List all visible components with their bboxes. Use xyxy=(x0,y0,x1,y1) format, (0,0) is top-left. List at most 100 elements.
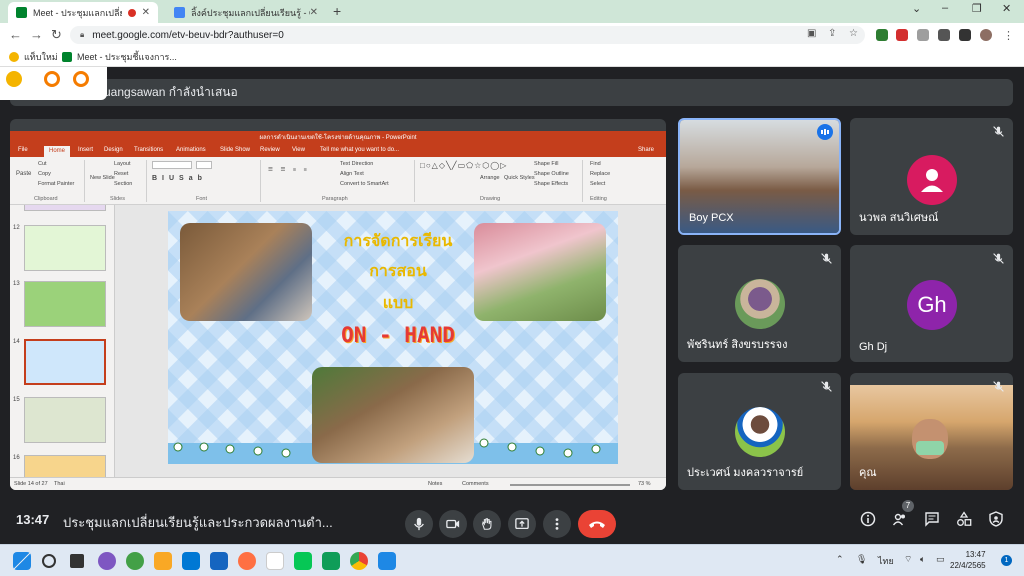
slide-thumbnail[interactable] xyxy=(24,225,106,271)
slide-canvas[interactable]: การจัดการเรียน การสอน แบบ ON - HAND xyxy=(168,211,618,464)
windows-start-icon[interactable] xyxy=(13,552,31,570)
new-tab-button[interactable]: + xyxy=(333,3,341,19)
tab-google-doc[interactable]: ลิ้งค์ประชุมแลกเปลี่ยนเรียนรู้ - Google.… xyxy=(166,2,326,23)
presentation-tile[interactable]: ผลการดำเนินงานเขตใช้-โครงข่ายด้านคุณภาพ … xyxy=(10,119,666,490)
font-size-box[interactable] xyxy=(196,161,212,169)
shape-outline-button[interactable]: Shape Outline xyxy=(534,171,569,177)
maximize-button[interactable]: ❐ xyxy=(972,2,982,15)
share-icon[interactable]: ⇪ xyxy=(828,28,836,39)
raise-hand-button[interactable] xyxy=(473,510,501,538)
emoji-icon[interactable] xyxy=(6,71,22,87)
participant-tile[interactable]: นวพล สนวิเศษณ์ xyxy=(850,118,1013,235)
extension-icon[interactable] xyxy=(917,29,929,41)
font-format-icons[interactable]: BIUSab xyxy=(152,175,207,182)
ppt-tell-me[interactable]: Tell me what you want to do... xyxy=(320,147,399,153)
input-language[interactable]: ไทย xyxy=(878,554,894,568)
emoji-icon[interactable] xyxy=(44,71,60,87)
profile-avatar[interactable] xyxy=(980,29,992,41)
end-call-button[interactable] xyxy=(578,510,616,538)
participant-tile[interactable]: พัชรินทร์ สิงขรบรรจง xyxy=(678,245,841,362)
slide-thumbnail[interactable] xyxy=(24,455,106,477)
reset-button[interactable]: Reset xyxy=(114,171,128,177)
chevron-down-icon[interactable]: ⌄ xyxy=(912,2,921,15)
store-icon[interactable] xyxy=(182,552,200,570)
tray-overflow-icon[interactable]: ⌃ xyxy=(836,554,844,565)
ppt-tab-animations[interactable]: Animations xyxy=(176,147,206,153)
forward-icon[interactable]: → xyxy=(30,27,43,42)
participant-tile[interactable]: Boy PCX xyxy=(678,118,841,235)
volume-icon[interactable]: 🔈︎ xyxy=(920,554,925,565)
present-button[interactable] xyxy=(508,510,536,538)
edge-icon[interactable] xyxy=(126,552,144,570)
wifi-icon[interactable]: ⌔ xyxy=(904,554,912,565)
host-controls-button[interactable] xyxy=(986,510,1006,528)
star-icon[interactable]: ☆ xyxy=(849,28,858,39)
line-app-icon[interactable] xyxy=(294,552,312,570)
meeting-details-button[interactable] xyxy=(858,510,878,528)
tab-meet[interactable]: Meet - ประชุมแลกเปลี่ยนเรียนรู้... ✕ xyxy=(8,2,158,23)
activities-button[interactable] xyxy=(954,510,974,528)
find-button[interactable]: Find xyxy=(590,161,601,167)
menu-icon[interactable]: ⋮ xyxy=(1003,29,1015,42)
zoom-level[interactable]: 73 % xyxy=(638,481,651,487)
format-painter-button[interactable]: Format Painter xyxy=(38,181,74,187)
participant-tile[interactable]: คุณ xyxy=(850,373,1013,490)
pdf-extension-icon[interactable] xyxy=(896,29,908,41)
replace-button[interactable]: Replace xyxy=(590,171,610,177)
minimize-button[interactable]: – xyxy=(942,2,948,14)
zoom-slider[interactable] xyxy=(510,484,630,486)
font-family-box[interactable] xyxy=(152,161,192,169)
layout-button[interactable]: Layout xyxy=(114,161,131,167)
file-explorer-icon[interactable] xyxy=(154,552,172,570)
ppt-share-button[interactable]: Share xyxy=(638,147,654,153)
ppt-tab-transitions[interactable]: Transitions xyxy=(134,147,163,153)
extension-icon[interactable] xyxy=(876,29,888,41)
notification-badge[interactable]: 1 xyxy=(1001,555,1012,566)
mail-icon[interactable] xyxy=(210,552,228,570)
people-button[interactable] xyxy=(890,510,910,528)
slide-thumbnail-selected[interactable] xyxy=(24,339,106,385)
mic-button[interactable] xyxy=(405,510,433,538)
align-text-button[interactable]: Align Text xyxy=(340,171,364,177)
section-button[interactable]: Section xyxy=(114,181,132,187)
reload-icon[interactable]: ↻ xyxy=(51,27,62,43)
close-icon[interactable]: ✕ xyxy=(310,7,318,18)
sidepanel-icon[interactable] xyxy=(959,29,971,41)
quick-styles-button[interactable]: Quick Styles xyxy=(504,175,535,181)
back-icon[interactable]: ← xyxy=(9,27,22,42)
firefox-icon[interactable] xyxy=(238,552,256,570)
shape-effects-button[interactable]: Shape Effects xyxy=(534,181,568,187)
participant-tile[interactable]: ประเวศน์ มงคลวราจารย์ xyxy=(678,373,841,490)
battery-icon[interactable]: ▭ xyxy=(936,554,945,565)
copy-button[interactable]: Copy xyxy=(38,171,51,177)
chrome-icon[interactable] xyxy=(350,552,368,570)
green-app-icon[interactable] xyxy=(322,552,340,570)
participant-tile[interactable]: Gh Gh Dj xyxy=(850,245,1013,362)
comments-button[interactable]: Comments xyxy=(462,481,489,487)
ppt-tab-home[interactable]: Home xyxy=(44,146,71,157)
ppt-tab-file[interactable]: File xyxy=(18,147,28,153)
app-icon[interactable] xyxy=(378,552,396,570)
address-bar[interactable]: 🔒︎ meet.google.com/etv-beuv-bdr?authuser… xyxy=(70,26,865,44)
arrange-button[interactable]: Arrange xyxy=(480,175,500,181)
shapes-gallery[interactable]: □○△◇╲╱▭⬠☆⬡◯▷ xyxy=(420,161,506,170)
chat-button[interactable] xyxy=(922,510,942,528)
shape-fill-button[interactable]: Shape Fill xyxy=(534,161,558,167)
mic-tray-icon[interactable]: 🎙︎ xyxy=(856,554,867,565)
new-slide-button[interactable]: New Slide xyxy=(90,175,115,181)
ppt-tab-slideshow[interactable]: Slide Show xyxy=(220,147,250,153)
slide-thumbnail[interactable] xyxy=(24,397,106,443)
camera-icon[interactable]: ▣ xyxy=(807,28,816,39)
slide-thumbnail[interactable] xyxy=(24,281,106,327)
bookmark-new-tab[interactable]: แท็บใหม่ xyxy=(9,50,58,64)
ppt-tab-review[interactable]: Review xyxy=(260,147,280,153)
amazon-icon[interactable] xyxy=(266,552,284,570)
ppt-tab-view[interactable]: View xyxy=(292,147,305,153)
bookmark-meet[interactable]: Meet - ประชุมชี้แจงการ... xyxy=(62,50,177,64)
camera-button[interactable] xyxy=(439,510,467,538)
notes-button[interactable]: Notes xyxy=(428,481,442,487)
close-icon[interactable]: ✕ xyxy=(142,7,150,18)
paste-button[interactable]: Paste xyxy=(16,171,31,177)
search-icon[interactable] xyxy=(42,554,56,568)
paragraph-icons[interactable]: ☰ ☰ ≡ ≡ xyxy=(268,167,310,173)
